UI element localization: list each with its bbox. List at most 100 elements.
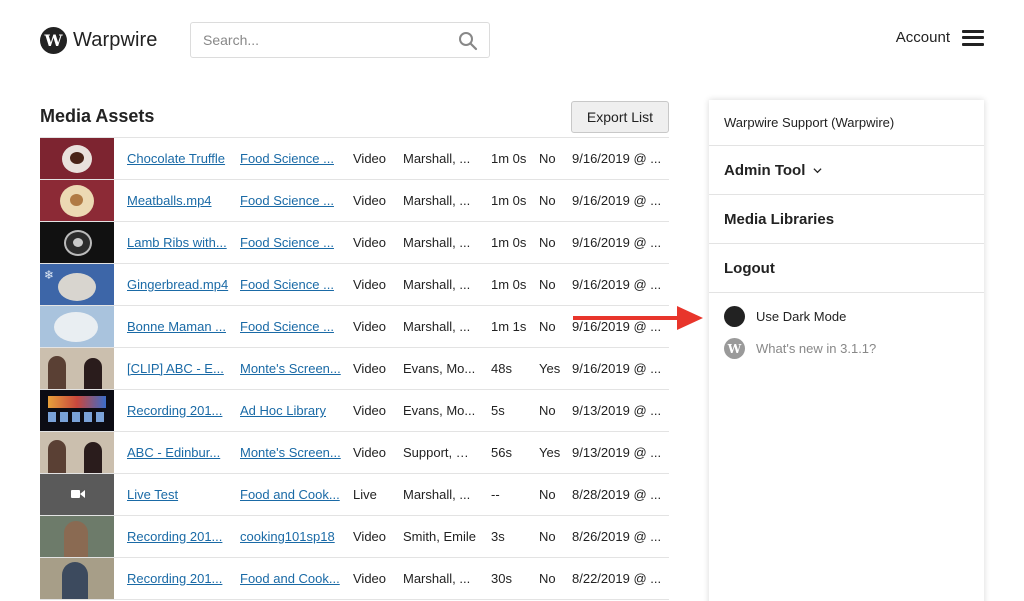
media-library-link[interactable]: Food Science ... [240, 193, 334, 208]
media-type: Video [353, 235, 387, 250]
media-type: Video [353, 571, 387, 586]
media-owner: Smith, Emile [403, 529, 476, 544]
chevron-down-icon [813, 167, 822, 173]
dark-mode-icon [724, 306, 745, 327]
media-thumbnail[interactable] [40, 306, 114, 347]
media-date: 9/16/2019 @ ... [572, 361, 662, 376]
media-owner: Marshall, ... [403, 277, 471, 292]
table-row[interactable]: Recording 201... Food and Cook... Video Mar… [40, 558, 669, 600]
table-row[interactable]: Lamb Ribs with... Food Science ... Video Ma… [40, 222, 669, 264]
media-title-link[interactable]: ABC - Edinbur... [127, 445, 220, 460]
media-title-link[interactable]: Live Test [127, 487, 178, 502]
media-duration: 1m 0s [491, 277, 527, 292]
media-library-link[interactable]: Monte's Screen... [240, 361, 341, 376]
media-date: 8/26/2019 @ ... [572, 529, 662, 544]
media-title-link[interactable]: Recording 201... [127, 529, 222, 544]
admin-tool-menu[interactable]: Admin Tool [709, 146, 984, 195]
hamburger-icon [962, 29, 984, 46]
current-user: Warpwire Support (Warpwire) [709, 100, 984, 146]
media-captions: No [539, 235, 556, 250]
media-thumbnail[interactable] [40, 138, 114, 179]
media-type: Video [353, 529, 387, 544]
media-type: Video [353, 319, 387, 334]
media-library-link[interactable]: cooking101sp18 [240, 529, 335, 544]
media-title-link[interactable]: Recording 201... [127, 571, 222, 586]
media-duration: 30s [491, 571, 512, 586]
media-owner: Marshall, ... [403, 151, 471, 166]
media-thumbnail[interactable]: ❄ [40, 264, 114, 305]
table-row[interactable]: Meatballs.mp4 Food Science ... Video Marsha… [40, 180, 669, 222]
media-title-link[interactable]: Recording 201... [127, 403, 222, 418]
table-row[interactable]: Recording 201... cooking101sp18 Video Smith… [40, 516, 669, 558]
media-captions: No [539, 319, 556, 334]
table-row[interactable]: Recording 201... Ad Hoc Library Video Evans… [40, 390, 669, 432]
table-row[interactable]: ❄ Gingerbread.mp4 Food Science ... Video Mar… [40, 264, 669, 306]
account-menu-button[interactable]: Account [896, 29, 984, 46]
search-input[interactable] [203, 23, 453, 57]
warpwire-small-logo-icon: W [724, 338, 745, 359]
media-date: 9/16/2019 @ ... [572, 193, 662, 208]
media-thumbnail[interactable] [40, 474, 114, 515]
media-thumbnail[interactable] [40, 558, 114, 599]
media-duration: -- [491, 487, 500, 502]
media-library-link[interactable]: Food and Cook... [240, 487, 340, 502]
media-date: 8/28/2019 @ ... [572, 487, 662, 502]
media-date: 9/16/2019 @ ... [572, 235, 662, 250]
media-owner: Marshall, ... [403, 235, 471, 250]
media-thumbnail[interactable] [40, 516, 114, 557]
media-type: Video [353, 403, 387, 418]
whats-new-label: What's new in 3.1.1? [756, 341, 877, 356]
whats-new-link[interactable]: W What's new in 3.1.1? [724, 338, 876, 359]
media-owner: Support, W... [403, 445, 478, 460]
account-label: Account [895, 29, 950, 46]
search-icon[interactable] [458, 31, 478, 51]
export-list-button[interactable]: Export List [571, 101, 669, 133]
media-libraries-link[interactable]: Media Libraries [709, 195, 984, 244]
brand-name: Warpwire [73, 29, 158, 51]
media-duration: 1m 0s [491, 151, 527, 166]
media-title-link[interactable]: Bonne Maman ... [127, 319, 226, 334]
media-duration: 48s [491, 361, 512, 376]
dark-mode-label: Use Dark Mode [756, 309, 847, 324]
media-title-link[interactable]: [CLIP] ABC - E... [127, 361, 224, 376]
media-owner: Marshall, ... [403, 487, 471, 502]
media-library-link[interactable]: Food Science ... [240, 235, 334, 250]
warpwire-logo[interactable]: W Warpwire [40, 27, 158, 54]
media-captions: No [539, 403, 556, 418]
media-date: 9/13/2019 @ ... [572, 445, 662, 460]
media-title-link[interactable]: Lamb Ribs with... [127, 235, 227, 250]
media-captions: No [539, 487, 556, 502]
warpwire-logo-icon: W [40, 27, 67, 54]
media-type: Video [353, 151, 387, 166]
media-thumbnail[interactable] [40, 180, 114, 221]
table-row[interactable]: Live Test Food and Cook... Live Marshall, .… [40, 474, 669, 516]
media-thumbnail[interactable] [40, 222, 114, 263]
media-library-link[interactable]: Food Science ... [240, 151, 334, 166]
media-captions: No [539, 571, 556, 586]
media-owner: Marshall, ... [403, 193, 471, 208]
media-thumbnail[interactable] [40, 432, 114, 473]
media-library-link[interactable]: Food Science ... [240, 319, 334, 334]
media-type: Video [353, 277, 387, 292]
media-duration: 56s [491, 445, 512, 460]
media-type: Video [353, 361, 387, 376]
media-title-link[interactable]: Chocolate Truffle [127, 151, 225, 166]
table-row[interactable]: Chocolate Truffle Food Science ... Video Ma… [40, 138, 669, 180]
table-row[interactable]: [CLIP] ABC - E... Monte's Screen... Video E… [40, 348, 669, 390]
media-library-link[interactable]: Food and Cook... [240, 571, 340, 586]
media-duration: 1m 0s [491, 193, 527, 208]
dark-mode-toggle[interactable]: Use Dark Mode [724, 306, 846, 327]
media-type: Video [353, 445, 387, 460]
media-thumbnail[interactable] [40, 348, 114, 389]
media-thumbnail[interactable] [40, 390, 114, 431]
media-title-link[interactable]: Gingerbread.mp4 [127, 277, 228, 292]
media-duration: 1m 1s [491, 319, 527, 334]
media-captions: Yes [539, 361, 561, 376]
media-library-link[interactable]: Monte's Screen... [240, 445, 341, 460]
table-row[interactable]: ABC - Edinbur... Monte's Screen... Video Su… [40, 432, 669, 474]
media-captions: No [539, 193, 556, 208]
media-library-link[interactable]: Food Science ... [240, 277, 334, 292]
media-title-link[interactable]: Meatballs.mp4 [127, 193, 212, 208]
media-library-link[interactable]: Ad Hoc Library [240, 403, 326, 418]
logout-link[interactable]: Logout [709, 244, 984, 293]
